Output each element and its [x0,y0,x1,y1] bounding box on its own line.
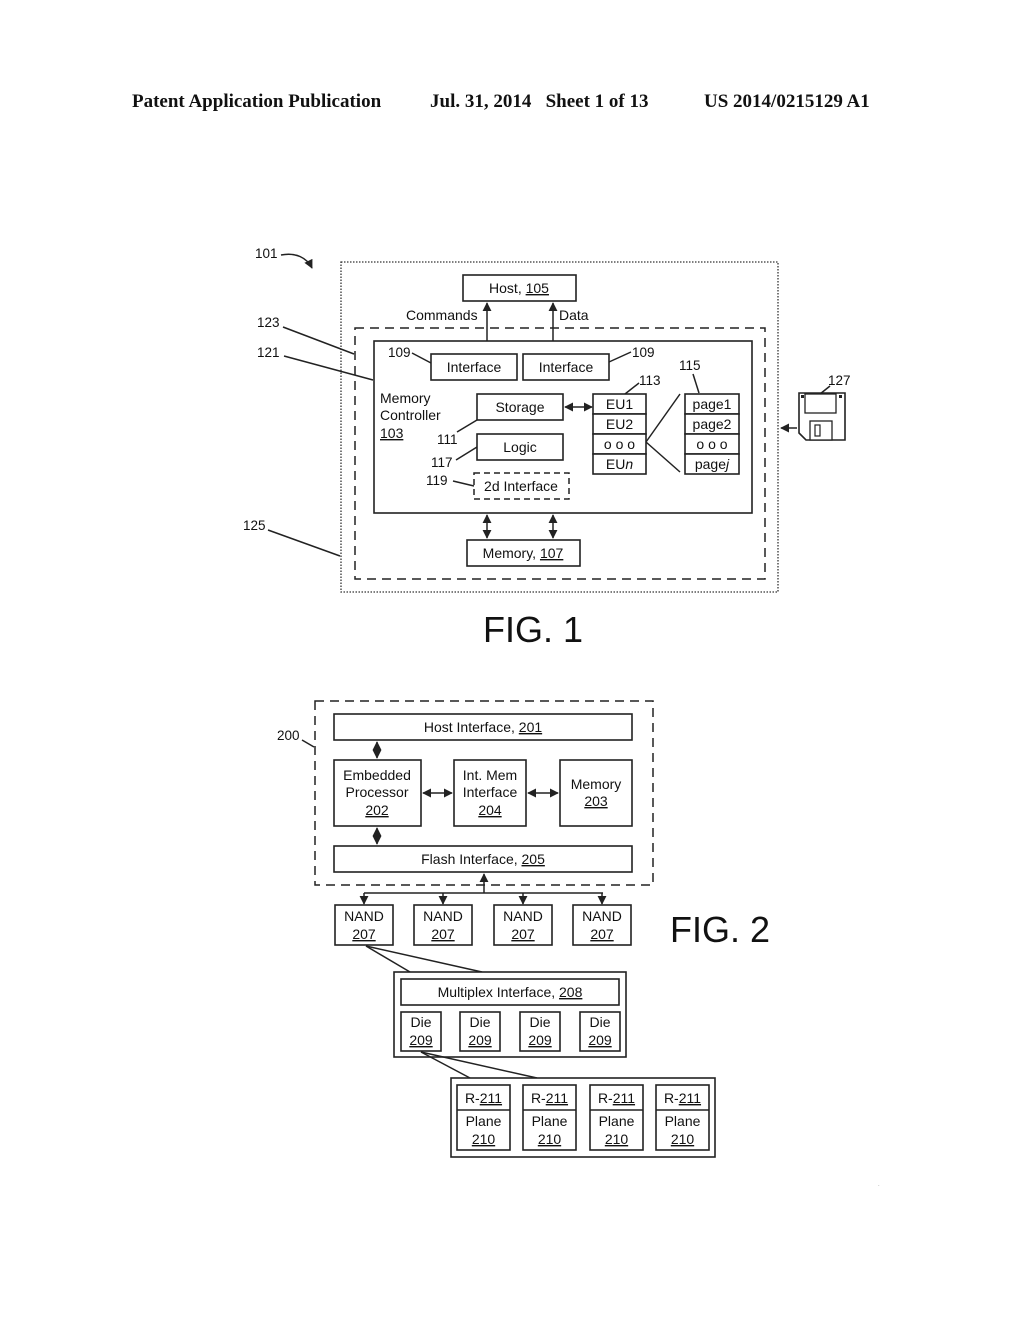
memory-label: Memory, 107 [483,545,564,561]
plane-ref: 210 [671,1131,695,1147]
die-label: Die [469,1014,490,1030]
controller-line1: Memory [380,390,431,406]
interface-left-label: Interface [447,359,502,375]
die-ref: 209 [588,1032,612,1048]
int-mem-line2: Interface [463,784,518,800]
plane-ref: 210 [472,1131,496,1147]
die-ref: 209 [468,1032,492,1048]
interface-right-label: Interface [539,359,594,375]
ref-123: 123 [257,315,280,330]
eu-cell-label: EUn [606,456,633,472]
ref-125: 125 [243,518,266,533]
controller-line2: Controller [380,407,441,423]
data-label: Data [559,307,589,323]
plane-label: Plane [466,1113,502,1129]
host-label: Host, 105 [489,280,549,296]
nand-label: NAND [503,908,543,924]
controller-ref: 103 [380,425,404,441]
ref-101: 101 [255,246,278,261]
embedded-processor-line1: Embedded [343,767,411,783]
nand-row: NAND 207 NAND 207 NAND 207 NAND 207 [334,893,632,946]
eu-cell-label: EU2 [606,416,633,432]
figure-2-caption: FIG. 2 [670,909,770,950]
ref-119: 119 [426,473,448,488]
eu-cell-label: o o o [604,436,635,452]
ref-117: 117 [431,455,453,470]
memory-203-ref: 203 [584,793,608,809]
ref-111: 111 [437,432,458,447]
eu-cell-label: EU1 [606,396,633,412]
nand-ref: 207 [352,926,376,942]
figure-1: 101 Host, 105 Commands Data 123 121 125 … [243,246,851,650]
embedded-processor-line2: Processor [345,784,408,800]
second-interface-label: 2d Interface [484,478,558,494]
ref-200: 200 [277,728,300,743]
register-label: R-211 [465,1090,502,1106]
ref-127: 127 [828,373,851,388]
ref-125-leader [267,529,341,557]
patent-sheet: Patent Application Publication Jul. 31, … [132,91,880,1188]
ref-121-leader [283,355,374,381]
die-ref: 209 [409,1032,433,1048]
storage-label: Storage [495,399,544,415]
die-label: Die [410,1014,431,1030]
page-cell-label: pagej [695,456,730,472]
plane-ref: 210 [605,1131,629,1147]
ref-123-leader [282,326,355,355]
date-sheet: Jul. 31, 2014 Sheet 1 of 13 [430,91,649,112]
register-label: R-211 [664,1090,701,1106]
ref-109-left: 109 [388,345,411,360]
callout-nand-right [365,945,483,973]
nand-label: NAND [582,908,622,924]
host-interface-label: Host Interface, 201 [424,719,543,735]
callout-nand-left [365,945,411,973]
commands-label: Commands [406,307,478,323]
nand-label: NAND [344,908,384,924]
die-ref: 209 [528,1032,552,1048]
plane-label: Plane [532,1113,568,1129]
int-mem-ref: 204 [478,802,502,818]
ref-121: 121 [257,345,280,360]
nand-ref: 207 [511,926,535,942]
ref-101-arrow [280,253,313,269]
publication-type: Patent Application Publication [132,91,382,112]
stray-mark: . [878,1182,880,1188]
flash-interface-label: Flash Interface, 205 [421,851,545,867]
nand-label: NAND [423,908,463,924]
page-cell-label: page2 [693,416,732,432]
erase-unit-column: EU1 EU2 o o o EUn [592,393,647,475]
multiplex-interface-label: Multiplex Interface, 208 [438,984,583,1000]
ref-109-right: 109 [632,345,655,360]
nand-ref: 207 [590,926,614,942]
page-cell-label: page1 [693,396,732,412]
nand-ref: 207 [431,926,455,942]
figure-1-caption: FIG. 1 [483,609,583,650]
memory-203-line1: Memory [571,776,622,792]
die-label: Die [529,1014,550,1030]
int-mem-line1: Int. Mem [463,767,517,783]
ref-200-leader [301,739,315,748]
page-header: Patent Application Publication Jul. 31, … [132,91,870,112]
register-label: R-211 [531,1090,568,1106]
ref-115: 115 [679,358,701,373]
plane-ref: 210 [538,1131,562,1147]
register-label: R-211 [598,1090,635,1106]
logic-label: Logic [503,439,536,455]
ref-113: 113 [639,373,661,388]
page-cell-label: o o o [696,436,727,452]
patent-number: US 2014/0215129 A1 [704,91,870,112]
die-label: Die [589,1014,610,1030]
plane-label: Plane [665,1113,701,1129]
plane-label: Plane [599,1113,635,1129]
figure-2: 200 Host Interface, 201 Embedded Process… [277,700,770,1158]
embedded-processor-ref: 202 [365,802,389,818]
page-column: page1 page2 o o o pagej [684,393,740,475]
floppy-disk-icon [798,392,846,441]
